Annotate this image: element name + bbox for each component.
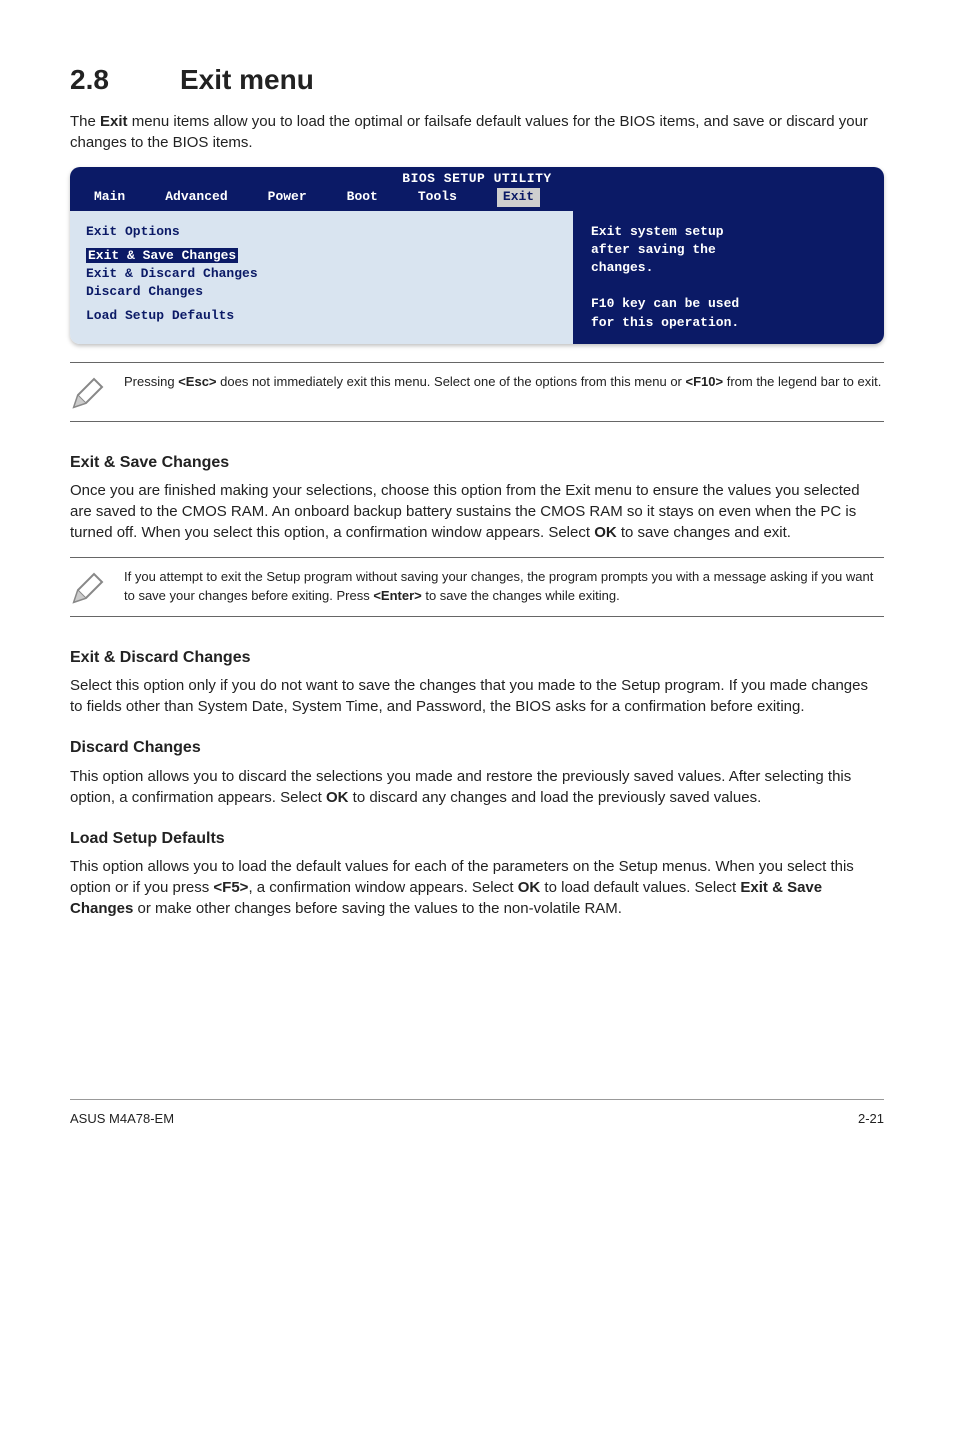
- save-paragraph: Once you are finished making your select…: [70, 480, 884, 543]
- bios-item: Exit & Save Changes: [86, 247, 557, 265]
- heading-title: Exit menu: [180, 64, 314, 95]
- bios-left-pane: Exit Options Exit & Save Changes Exit & …: [70, 211, 573, 344]
- note-text: Pressing <Esc> does not immediately exit…: [124, 373, 881, 392]
- bios-tab-main: Main: [94, 188, 125, 206]
- subheading-load-defaults: Load Setup Defaults: [70, 828, 884, 850]
- bios-tab-advanced: Advanced: [165, 188, 227, 206]
- bios-screenshot: BIOS SETUP UTILITY Main Advanced Power B…: [70, 167, 884, 344]
- bios-tab-exit: Exit: [497, 188, 540, 206]
- bios-tab-power: Power: [268, 188, 307, 206]
- heading-number: 2.8: [70, 60, 180, 99]
- subheading-exit-discard: Exit & Discard Changes: [70, 647, 884, 669]
- page-footer: ASUS M4A78-EM 2-21: [70, 1099, 884, 1128]
- footer-page-number: 2-21: [858, 1110, 884, 1128]
- bios-help-pane: Exit system setup after saving the chang…: [573, 211, 884, 344]
- pencil-icon: [70, 570, 106, 606]
- note-text: If you attempt to exit the Setup program…: [124, 568, 884, 606]
- bios-body: Exit Options Exit & Save Changes Exit & …: [70, 211, 884, 344]
- bios-item: Exit & Discard Changes: [86, 265, 557, 283]
- bios-item: Exit Options: [86, 223, 557, 241]
- bios-item: Discard Changes: [86, 283, 557, 301]
- note-block: Pressing <Esc> does not immediately exit…: [70, 362, 884, 422]
- exit-discard-paragraph: Select this option only if you do not wa…: [70, 675, 884, 717]
- intro-paragraph: The Exit menu items allow you to load th…: [70, 111, 884, 153]
- bios-title: BIOS SETUP UTILITY: [70, 167, 884, 188]
- subheading-save: Exit & Save Changes: [70, 452, 884, 474]
- section-heading: 2.8Exit menu: [70, 60, 884, 99]
- bios-tab-boot: Boot: [347, 188, 378, 206]
- footer-left: ASUS M4A78-EM: [70, 1110, 174, 1128]
- load-defaults-paragraph: This option allows you to load the defau…: [70, 856, 884, 919]
- note-block: If you attempt to exit the Setup program…: [70, 557, 884, 617]
- pencil-icon: [70, 375, 106, 411]
- bios-item: Load Setup Defaults: [86, 307, 557, 325]
- bios-tab-row: Main Advanced Power Boot Tools Exit: [70, 188, 884, 210]
- subheading-discard: Discard Changes: [70, 737, 884, 759]
- bios-tab-tools: Tools: [418, 188, 457, 206]
- discard-paragraph: This option allows you to discard the se…: [70, 766, 884, 808]
